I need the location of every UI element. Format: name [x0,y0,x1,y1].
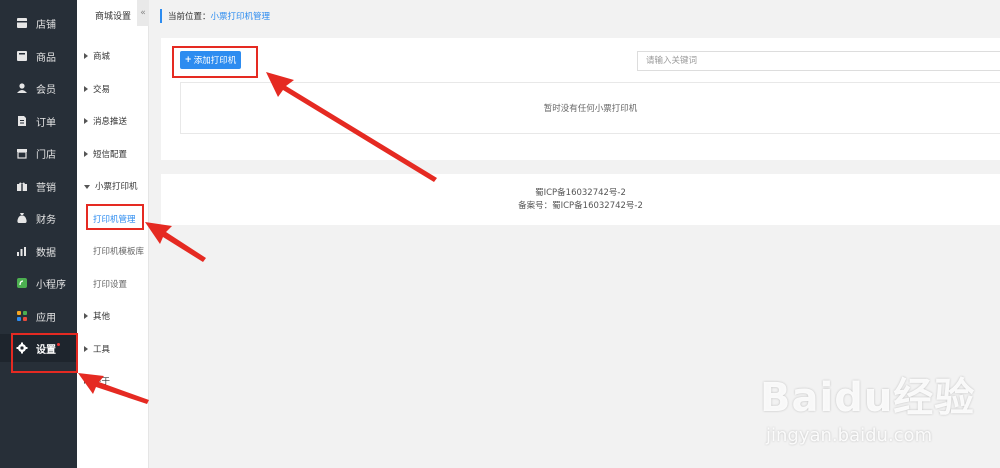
sidebar-item-marketing[interactable]: 营销 [0,172,77,200]
highlight-printer-manage [86,204,144,230]
submenu-item-label: 其他 [93,312,111,322]
caret-right-icon [84,313,88,319]
member-icon [17,83,27,93]
collapse-submenu-button[interactable]: « [137,0,149,26]
sidebar-item-label: 会员 [36,84,56,96]
settings-submenu: 商城设置 商城 交易 消息推送 短信配置 小票打印机 打印机管理 打印机模板库 … [77,0,149,468]
submenu-item-other[interactable]: 其他 [77,306,149,326]
sidebar-item-label: 应用 [36,312,56,324]
caret-right-icon [84,86,88,92]
sidebar-item-order[interactable]: 订单 [0,107,77,135]
shop-icon [17,149,27,159]
sidebar-item-finance[interactable]: 财务 [0,204,77,232]
sidebar-item-miniprogram[interactable]: 小程序 [0,269,77,297]
footer: 蜀ICP备16032742号-2 备案号：蜀ICP备16032742号-2 [161,174,1000,225]
highlight-settings [11,333,78,373]
empty-state: 暂时没有任何小票打印机 [180,82,1000,134]
sidebar-item-label: 店铺 [36,19,56,31]
submenu-item-push[interactable]: 消息推送 [77,111,149,131]
miniprogram-icon [17,278,27,288]
sidebar-item-data[interactable]: 数据 [0,237,77,265]
sidebar-item-label: 小程序 [36,279,66,291]
printer-list-panel: + 添加打印机 暂时没有任何小票打印机 [161,38,1000,160]
search-input[interactable] [637,51,1000,71]
submenu-item-sms[interactable]: 短信配置 [77,144,149,164]
baidu-watermark: Baidu经验 jingyan.baidu.com [760,365,975,446]
money-bag-icon [17,213,27,223]
sidebar-item-shop[interactable]: 门店 [0,139,77,167]
submenu-child-template-library[interactable]: 打印机模板库 [77,241,149,261]
highlight-add-printer [172,46,258,78]
sidebar-item-label: 商品 [36,52,56,64]
bar-chart-icon [17,247,26,256]
main-sidebar: 店铺 商品 会员 订单 门店 营销 财务 数据 小程序 应用 设置 [0,0,77,468]
sidebar-item-label: 门店 [36,149,56,161]
footer-icp: 蜀ICP备16032742号-2 [535,187,626,198]
submenu-item-tools[interactable]: 工具 [77,339,149,359]
submenu-item-label: 小票打印机 [95,182,138,192]
footer-record-number: 备案号：蜀ICP备16032742号-2 [518,200,643,211]
submenu-item-label: 消息推送 [93,117,128,127]
submenu-item-trade[interactable]: 交易 [77,79,149,99]
sidebar-item-label: 数据 [36,247,56,259]
submenu-item-mall[interactable]: 商城 [77,46,149,66]
submenu-item-label: 工具 [93,345,111,355]
sidebar-item-member[interactable]: 会员 [0,74,77,102]
sidebar-item-apps[interactable]: 应用 [0,302,77,330]
caret-right-icon [84,53,88,59]
watermark-url: jingyan.baidu.com [766,425,933,446]
gift-icon [17,182,27,191]
submenu-item-label: 关于 [93,377,111,387]
watermark-logo: Baidu经验 [760,375,976,421]
breadcrumb-current[interactable]: 小票打印机管理 [211,10,271,22]
submenu-item-label: 商城 [93,52,111,62]
sidebar-item-goods[interactable]: 商品 [0,42,77,70]
caret-down-icon [84,184,90,189]
submenu-item-about[interactable]: 关于 [77,371,149,391]
submenu-item-label: 短信配置 [93,150,128,160]
order-icon [18,116,26,126]
goods-icon [17,51,27,61]
caret-right-icon [84,151,88,157]
sidebar-item-label: 订单 [36,117,56,129]
apps-icon [17,311,27,321]
caret-right-icon [84,378,88,384]
sidebar-item-label: 营销 [36,182,56,194]
breadcrumb-prefix: 当前位置： [168,12,211,22]
caret-right-icon [84,346,88,352]
breadcrumb: 当前位置： 小票打印机管理 [160,9,270,23]
caret-right-icon [84,118,88,124]
submenu-child-print-settings[interactable]: 打印设置 [77,274,149,294]
store-icon [17,18,27,28]
arrow-to-printer-manage [145,222,206,262]
submenu-item-printer[interactable]: 小票打印机 [77,176,149,196]
sidebar-item-label: 财务 [36,214,56,226]
sidebar-item-store[interactable]: 店铺 [0,9,77,37]
submenu-item-label: 交易 [93,85,111,95]
